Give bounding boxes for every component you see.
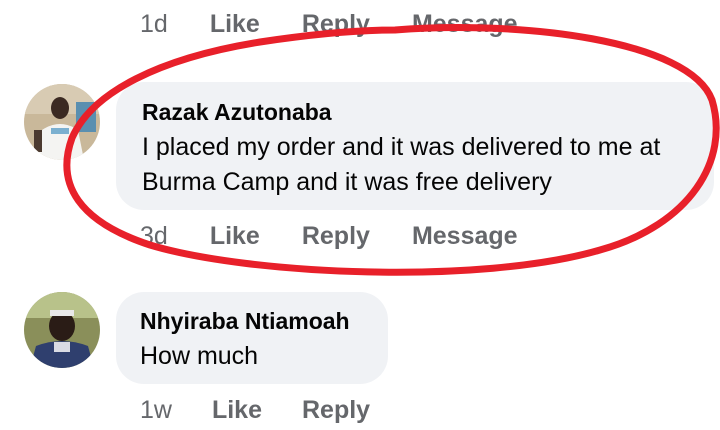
comment-bubble: Nhyiraba Ntiamoah How much <box>116 292 388 384</box>
like-button[interactable]: Like <box>210 222 260 251</box>
avatar[interactable] <box>24 292 100 368</box>
reply-button[interactable]: Reply <box>302 222 370 251</box>
comments-thread: 1d Like Reply Message Razak Azutonaba I … <box>0 0 720 430</box>
avatar[interactable] <box>24 84 100 160</box>
comment-bubble: Razak Azutonaba I placed my order and it… <box>116 82 714 210</box>
comment-timestamp[interactable]: 3d <box>140 222 168 251</box>
like-button[interactable]: Like <box>210 10 260 39</box>
comment-timestamp[interactable]: 1w <box>140 396 172 425</box>
comment-text: I placed my order and it was delivered t… <box>142 133 661 196</box>
comment-timestamp[interactable]: 1d <box>140 10 168 39</box>
comment-actions: 3d Like Reply Message <box>140 222 560 251</box>
comment-author[interactable]: Razak Azutonaba <box>142 99 332 126</box>
profile-photo-icon <box>24 292 100 368</box>
message-button[interactable]: Message <box>412 222 518 251</box>
message-button[interactable]: Message <box>412 10 518 39</box>
previous-comment-actions: 1d Like Reply Message <box>140 10 560 39</box>
like-button[interactable]: Like <box>212 396 262 425</box>
comment-actions: 1w Like Reply <box>140 396 410 425</box>
profile-photo-icon <box>24 84 100 160</box>
reply-button[interactable]: Reply <box>302 396 370 425</box>
reply-button[interactable]: Reply <box>302 10 370 39</box>
comment-text: How much <box>140 342 259 370</box>
comment-author[interactable]: Nhyiraba Ntiamoah <box>140 308 350 335</box>
